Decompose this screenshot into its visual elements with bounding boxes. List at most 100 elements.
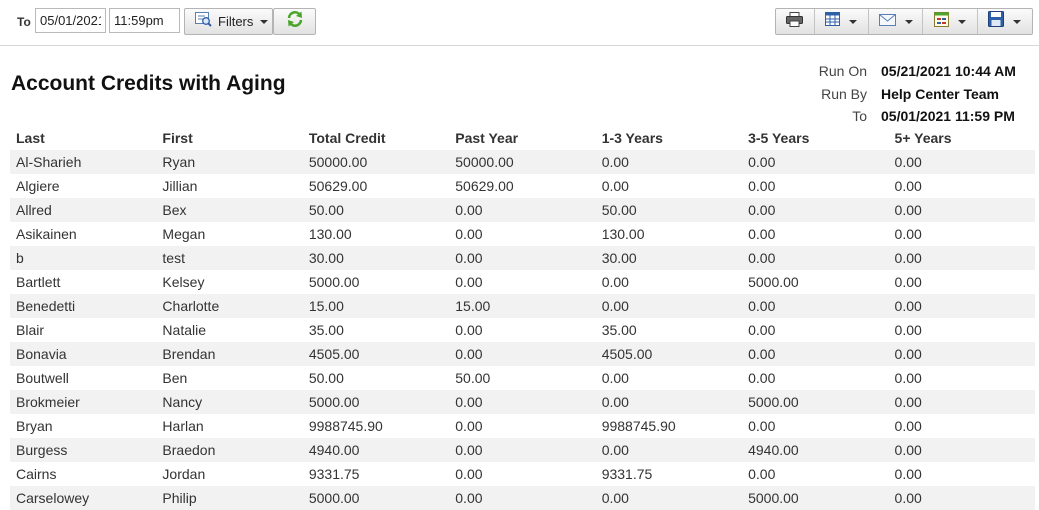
table-cell: Asikainen [16,226,77,242]
email-icon [878,13,896,31]
table-cell: 130.00 [308,226,352,242]
save-button[interactable] [978,9,1032,34]
table-cell: 0.00 [449,246,596,270]
table-cell: 0.00 [449,342,596,366]
email-button[interactable] [869,9,924,34]
table-cell: 4940.00 [742,438,889,462]
table-cell: Carselowey [10,486,157,510]
table-cell: 0.00 [595,294,743,318]
table-cell: 0.00 [601,178,629,194]
meta-row-run-on: Run On 05/21/2021 10:44 AM [787,60,1027,83]
print-button[interactable] [776,9,815,34]
table-cell: 50.00 [455,370,491,386]
table-cell: 0.00 [894,178,922,194]
table-cell: 0.00 [449,198,596,222]
table-cell: Charlotte [156,294,303,318]
table-cell: 9988745.90 [308,418,383,434]
table-cell: 0.00 [742,246,889,270]
to-time-input[interactable] [109,8,180,33]
table-cell: 0.00 [742,294,889,318]
table-cell: 50.00 [308,370,344,386]
column-header[interactable]: First [156,126,302,150]
table-cell: 0.00 [894,370,922,386]
table-cell: 4505.00 [595,342,743,366]
meta-value: 05/21/2021 10:44 AM [881,63,1016,79]
chevron-down-icon [849,19,858,24]
chevron-down-icon [260,19,269,24]
table-cell: 5000.00 [302,390,450,414]
column-header[interactable]: 3-5 Years [742,126,888,150]
save-icon [988,11,1005,32]
table-cell: Brendan [156,342,303,366]
table-cell: 50.00 [302,198,450,222]
column-header[interactable]: Last [10,126,156,150]
table-cell: 0.00 [595,486,743,510]
filter-search-icon [195,11,212,32]
table-row: Algiere Jillian 50629.00 50629.00 0.00 0.00 0.… [10,174,1035,198]
table-cell: 0.00 [742,198,889,222]
table-cell: 5000.00 [302,486,450,510]
table-cell: 0.00 [455,274,483,290]
table-cell: Jillian [162,178,198,194]
table-cell: 0.00 [449,390,596,414]
table-cell: Bex [156,198,303,222]
table-cell: 50000.00 [449,150,596,174]
table-cell: 0.00 [888,150,1035,174]
table-cell: Nancy [156,390,303,414]
table-cell: Brokmeier [10,390,157,414]
table-cell: 0.00 [601,274,629,290]
to-date-input[interactable] [35,8,106,33]
table-cell: Philip [156,486,303,510]
table-cell: Ben [162,370,188,386]
refresh-icon [286,10,304,33]
column-header[interactable]: Total Credit [303,126,449,150]
table-row: Burgess Braedon 4940.00 0.00 0.00 4940.00 0.00 [10,438,1035,462]
table-cell: 15.00 [302,294,450,318]
credits-table: Last First Total Credit Past Year 1-3 Years 3… [10,126,1035,510]
column-header[interactable]: 5+ Years [889,126,1035,150]
table-row: b test 30.00 0.00 30.00 0.00 0.00 [10,246,1035,270]
table-cell: 9988745.90 [601,418,676,434]
table-row: Cairns Jordan 9331.75 0.00 9331.75 0.00 0.00 [10,462,1035,486]
table-cell: Al-Sharieh [10,150,157,174]
spreadsheet-icon [933,11,949,32]
meta-row-run-by: Run By Help Center Team [787,83,1027,106]
table-cell: 0.00 [888,486,1035,510]
grid-view-button[interactable] [815,9,869,34]
table-cell: 50.00 [595,198,743,222]
table-cell: Jordan [162,466,206,482]
table-cell: 50629.00 [308,178,368,194]
filters-button[interactable]: Filters [184,8,273,35]
table-row: Brokmeier Nancy 5000.00 0.00 0.00 5000.00 0.00 [10,390,1035,414]
refresh-button[interactable] [273,8,316,35]
meta-label: Run By [821,85,867,102]
table-cell: 0.00 [894,226,922,242]
table-cell: 0.00 [455,322,483,338]
table-cell: 0.00 [894,418,922,434]
table-cell: Bonavia [10,342,157,366]
meta-value: Help Center Team [881,85,999,102]
table-cell: 0.00 [888,246,1035,270]
filters-label: Filters [218,14,254,29]
export-button[interactable] [923,9,978,34]
column-header[interactable]: Past Year [449,126,595,150]
table-cell: 0.00 [449,486,596,510]
table-cell: 0.00 [748,466,776,482]
table-row: Benedetti Charlotte 15.00 15.00 0.00 0.00 0.00 [10,294,1035,318]
table-body: Al-Sharieh Ryan 50000.00 50000.00 0.00 0.00 0.… [10,150,1035,510]
table-cell: 0.00 [888,342,1035,366]
table-row: Al-Sharieh Ryan 50000.00 50000.00 0.00 0.00 0.… [10,150,1035,174]
table-cell: test [156,246,303,270]
table-cell: Allred [10,198,157,222]
table-row: Bryan Harlan 9988745.90 0.00 9988745.90 0.00 0… [10,414,1035,438]
print-icon [786,11,804,32]
table-cell: 0.00 [455,418,483,434]
column-header[interactable]: 1-3 Years [596,126,742,150]
table-cell: 0.00 [748,322,776,338]
meta-label: To [852,108,867,124]
meta-label: Run On [818,63,867,79]
table-cell: Blair [16,322,45,338]
chevron-down-icon [957,19,966,24]
meta-value: 05/01/2021 11:59 PM [881,108,1015,124]
table-cell: Boutwell [16,370,69,386]
